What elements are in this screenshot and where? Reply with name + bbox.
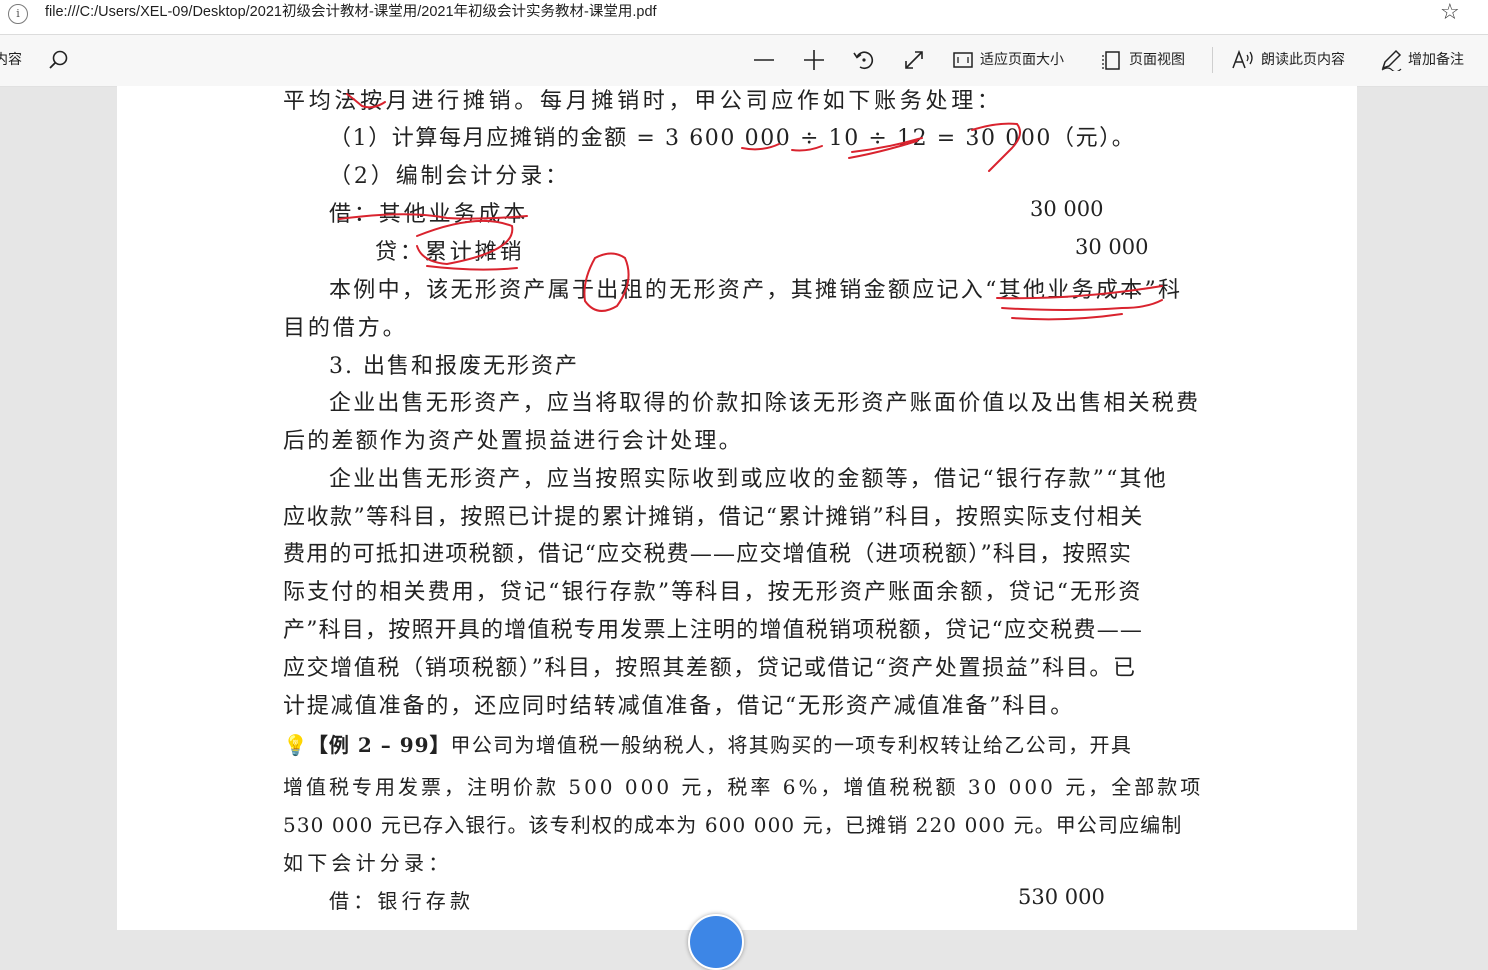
favorite-star-icon[interactable]: ☆ (1440, 0, 1460, 25)
text-line: 增值税专用发票，注明价款 500 000 元，税率 6%，增值税税额 30 00… (283, 775, 1204, 799)
fit-page-icon (953, 52, 973, 68)
text-line: 应收款”等科目，按照已计提的累计摊销，借记“累计摊销”科目，按照实际支付相关 (283, 505, 1144, 530)
text-line: 应交增值税（销项税额）”科目，按照其差额，贷记或借记“资产处置损益”科目。已 (283, 656, 1137, 681)
read-aloud-icon (1232, 49, 1253, 69)
pen-icon (1381, 49, 1402, 73)
search-icon[interactable] (48, 47, 70, 73)
fit-page-button[interactable]: 适应页面大小 (952, 47, 1064, 73)
text-line: 费用的可抵扣进项税额，借记“应交税费——应交增值税（进项税额）”科目，按照实 (283, 542, 1133, 567)
text-line: 目的借方。 (283, 316, 408, 341)
rotate-icon[interactable] (852, 47, 876, 73)
section-heading: 3. 出售和报废无形资产 (329, 354, 579, 379)
floating-action-button[interactable] (688, 914, 744, 970)
example-text: 甲公司为增值税一般纳税人，将其购买的一项专利权转让给乙公司，开具 (450, 733, 1133, 757)
text-line: 如下会计分录： (283, 851, 453, 875)
add-note-label: 增加备注 (1408, 52, 1464, 68)
text-line: （2）编制会计分录： (329, 164, 570, 189)
page-view-icon (1102, 51, 1120, 70)
journal-debit-account: 借：其他业务成本 (329, 202, 529, 227)
fit-page-label: 适应页面大小 (980, 52, 1064, 68)
ink-stroke (1011, 313, 1123, 321)
page-view-label: 页面视图 (1129, 52, 1185, 68)
text-line: 际支付的相关费用，贷记“银行存款”等科目，按无形资产账面余额，贷记“无形资 (283, 580, 1143, 605)
text-line: 产”科目，按照开具的增值税专用发票上注明的增值税销项税额，贷记“应交税费—— (283, 618, 1144, 643)
read-aloud-label: 朗读此页内容 (1261, 52, 1345, 68)
text-line: 本例中，该无形资产属于出租的无形资产，其摊销金额应记入“其他业务成本”科 (329, 278, 1183, 303)
zoom-in-icon[interactable] (802, 47, 826, 73)
ink-stroke (426, 265, 518, 271)
text-line: 平均法按月进行摊销。每月摊销时，甲公司应作如下账务处理： (283, 89, 1003, 114)
text-line: （1）计算每月应摊销的金额 = 3 600 000 ÷ 10 ÷ 12 = 30… (329, 126, 1136, 151)
zoom-out-icon[interactable] (752, 47, 776, 73)
info-icon[interactable]: i (8, 4, 28, 24)
fullscreen-expand-icon[interactable] (902, 47, 926, 73)
text-line: 企业出售无形资产，应当将取得的价款扣除该无形资产账面价值以及出售相关税费 (329, 391, 1201, 416)
add-note-button[interactable]: 增加备注 (1380, 47, 1464, 73)
contents-button[interactable]: 内容 (0, 47, 22, 73)
contents-label: 内容 (0, 52, 22, 68)
lightbulb-icon: 💡 (283, 733, 308, 757)
journal-debit-account: 借：银行存款 (329, 889, 475, 913)
toolbar-divider (1212, 47, 1213, 73)
journal-credit-amount: 30 000 (1075, 235, 1149, 259)
page-view-button[interactable]: 页面视图 (1101, 47, 1185, 73)
pdf-toolbar: 内容 适应页面大小 页面视图 朗读此页内容 增加备注 (0, 35, 1488, 87)
text-line: 企业出售无形资产，应当按照实际收到或应收的金额等，借记“银行存款”“其他 (329, 467, 1168, 492)
address-bar: i file:///C:/Users/XEL-09/Desktop/2021初级… (0, 0, 1488, 35)
journal-debit-amount: 30 000 (1030, 197, 1104, 221)
example-line: 💡【例 2 – 99】甲公司为增值税一般纳税人，将其购买的一项专利权转让给乙公司… (283, 729, 1132, 758)
example-label: 【例 2 – 99】 (307, 733, 451, 757)
text-line: 530 000 元已存入银行。该专利权的成本为 600 000 元，已摊销 22… (283, 813, 1183, 837)
read-aloud-button[interactable]: 朗读此页内容 (1231, 47, 1345, 73)
url-text[interactable]: file:///C:/Users/XEL-09/Desktop/2021初级会计… (45, 0, 657, 21)
journal-debit-amount: 530 000 (1018, 885, 1105, 909)
text-line: 计提减值准备的，还应同时结转减值准备，借记“无形资产减值准备”科目。 (283, 694, 1075, 719)
journal-credit-account: 贷：累计摊销 (375, 240, 525, 265)
pdf-page: 平均法按月进行摊销。每月摊销时，甲公司应作如下账务处理： （1）计算每月应摊销的… (117, 86, 1357, 930)
text-line: 后的差额作为资产处置损益进行会计处理。 (283, 429, 743, 454)
